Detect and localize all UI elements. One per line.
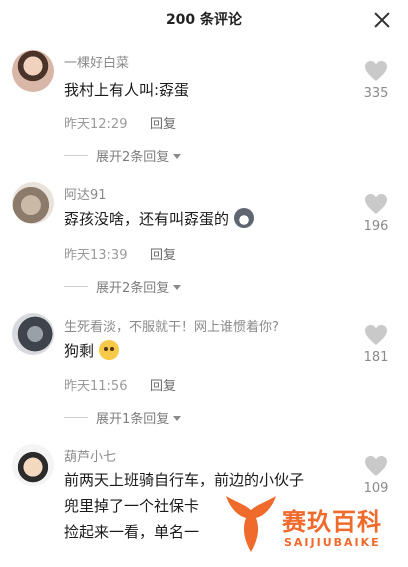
comment-time: 昨天11:56 xyxy=(64,379,128,394)
pleading-face-emoji-icon xyxy=(98,340,119,360)
comment-count-title: 200 条评论 xyxy=(165,12,243,28)
like-count: 181 xyxy=(363,350,389,365)
like-count: 196 xyxy=(363,219,389,234)
comment-time: 昨天12:29 xyxy=(64,117,128,132)
close-icon[interactable] xyxy=(372,10,392,30)
divider-line xyxy=(64,417,88,418)
comment-text-content: 狗剩 xyxy=(64,342,95,360)
chevron-down-icon xyxy=(173,416,182,421)
comment-username[interactable]: 阿达91 xyxy=(64,184,107,203)
expand-replies-label: 展开2条回复 xyxy=(96,150,170,165)
watermark-logo: 赛玖百科 SAIJIUBAIKE xyxy=(222,492,402,558)
avatar[interactable] xyxy=(12,313,54,355)
expand-replies-button[interactable]: 展开2条回复 xyxy=(64,277,182,296)
reply-button[interactable]: 回复 xyxy=(150,113,176,132)
comment-username[interactable]: 一棵好白菜 xyxy=(64,52,129,71)
comment-text: 狗剩 xyxy=(64,339,119,363)
watermark-text-cn: 赛玖百科 xyxy=(282,508,382,536)
comment-username[interactable]: 葫芦小七 xyxy=(64,446,116,465)
like-button[interactable]: 335 xyxy=(356,60,396,101)
husky-emoji-icon xyxy=(233,208,254,228)
like-button[interactable]: 196 xyxy=(356,193,396,234)
comment-text: 兜里掉了一个社保卡 xyxy=(64,497,200,515)
whale-tail-icon xyxy=(226,496,276,552)
comments-header: 200 条评论 xyxy=(0,0,408,40)
avatar[interactable] xyxy=(12,182,54,224)
avatar[interactable] xyxy=(12,50,54,92)
divider-line xyxy=(64,286,88,287)
expand-replies-label: 展开2条回复 xyxy=(96,281,170,296)
comment-text-content: 孬孩没啥，还有叫孬蛋的 xyxy=(64,210,230,228)
watermark-text-en: SAIJIUBAIKE xyxy=(284,536,381,549)
heart-icon xyxy=(365,325,387,345)
expand-replies-button[interactable]: 展开2条回复 xyxy=(64,146,182,165)
chevron-down-icon xyxy=(173,154,182,159)
heart-icon xyxy=(365,61,387,81)
heart-icon xyxy=(365,456,387,476)
like-button[interactable]: 109 xyxy=(356,455,396,496)
comment-time: 昨天13:39 xyxy=(64,248,128,263)
expand-replies-button[interactable]: 展开1条回复 xyxy=(64,408,182,427)
comment-text: 捡起来一看，单名一 xyxy=(64,523,200,541)
comment-text: 前两天上班骑自行车，前边的小伙子 xyxy=(64,471,305,489)
expand-replies-label: 展开1条回复 xyxy=(96,412,170,427)
heart-icon xyxy=(365,194,387,214)
like-count: 335 xyxy=(363,86,389,101)
comment-username[interactable]: 生死看淡，不服就干！网上谁惯着你? xyxy=(64,316,279,335)
avatar[interactable] xyxy=(12,444,54,486)
comment-text: 我村上有人叫:孬蛋 xyxy=(64,81,190,99)
chevron-down-icon xyxy=(173,285,182,290)
reply-button[interactable]: 回复 xyxy=(150,244,176,263)
divider-line xyxy=(64,155,88,156)
comment-text: 孬孩没啥，还有叫孬蛋的 xyxy=(64,207,254,231)
reply-button[interactable]: 回复 xyxy=(150,375,176,394)
like-button[interactable]: 181 xyxy=(356,324,396,365)
